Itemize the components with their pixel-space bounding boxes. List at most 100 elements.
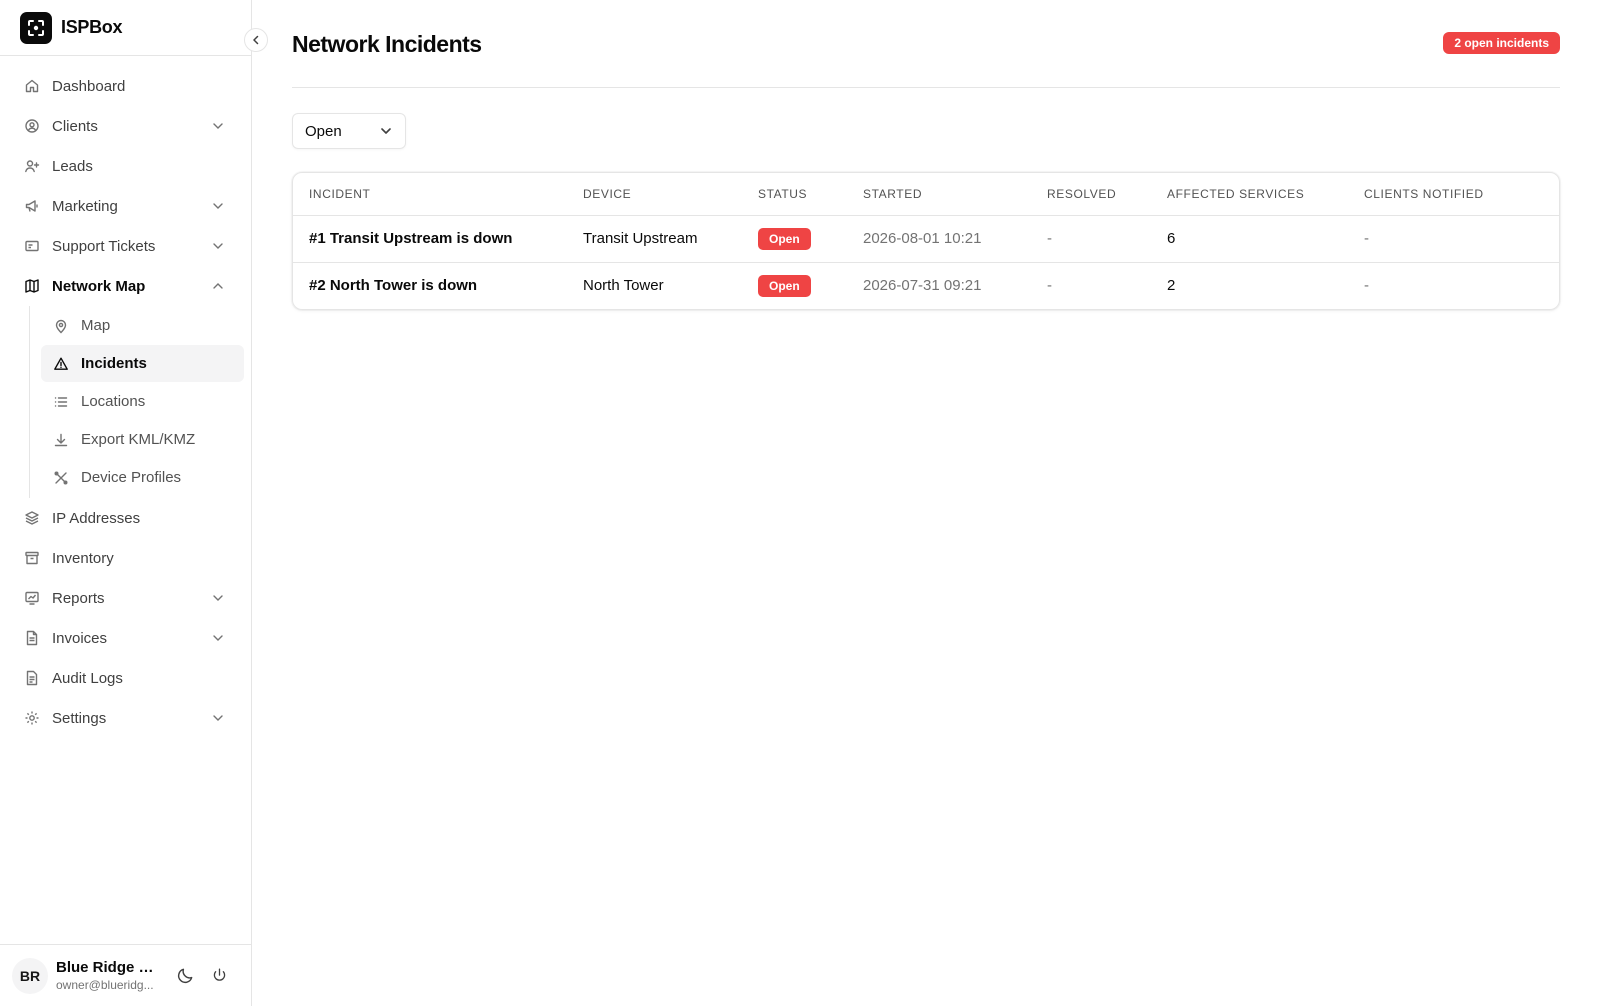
- sidebar-item-label: Dashboard: [52, 77, 126, 95]
- network-map-submenu: Map Incidents Locations Export KML/KMZ D…: [29, 306, 251, 498]
- chevron-down-icon: [211, 119, 225, 137]
- sidebar-item-leads[interactable]: Leads: [0, 146, 251, 186]
- sidebar-item-inventory[interactable]: Inventory: [0, 538, 251, 578]
- column-header-affected-services[interactable]: AFFECTED SERVICES: [1151, 173, 1348, 216]
- incident-clients-notified: -: [1364, 230, 1369, 247]
- sidebar-item-label: Audit Logs: [52, 669, 123, 687]
- download-icon: [53, 432, 69, 448]
- sidebar-item-label: Marketing: [52, 197, 118, 215]
- user-bar: BR Blue Ridge O... owner@blueridg...: [0, 944, 251, 1006]
- chart-icon: [24, 590, 40, 606]
- user-info[interactable]: Blue Ridge O... owner@blueridg...: [56, 959, 160, 992]
- file-icon: [24, 630, 40, 646]
- table-row[interactable]: #1 Transit Upstream is down Transit Upst…: [293, 215, 1559, 262]
- avatar[interactable]: BR: [12, 957, 48, 994]
- chevron-up-icon: [211, 279, 225, 297]
- sidebar-item-label: Network Map: [52, 277, 146, 295]
- sidebar-item-label: Settings: [52, 709, 107, 727]
- sidebar-item-label: Clients: [52, 117, 98, 135]
- sidebar-subitem-map[interactable]: Map: [41, 307, 244, 344]
- sidebar-item-marketing[interactable]: Marketing: [0, 186, 251, 226]
- sidebar-item-invoices[interactable]: Invoices: [0, 618, 251, 658]
- column-header-started[interactable]: STARTED: [847, 173, 1031, 216]
- column-header-status[interactable]: STATUS: [742, 173, 847, 216]
- brand-name: ISPBox: [61, 17, 123, 37]
- tools-icon: [53, 470, 69, 486]
- incident-resolved: -: [1031, 261, 1151, 309]
- incident-affected-services: 2: [1151, 261, 1348, 309]
- chevron-down-icon: [211, 591, 225, 609]
- sidebar-subitem-incidents[interactable]: Incidents: [41, 345, 244, 382]
- sidebar: ISPBox Dashboard Clients Leads Marketing…: [0, 0, 268, 1006]
- page-title: Network Incidents: [292, 31, 482, 57]
- chevron-down-icon: [211, 711, 225, 729]
- sidebar-item-audit-logs[interactable]: Audit Logs: [0, 658, 251, 698]
- column-header-resolved[interactable]: RESOLVED: [1031, 173, 1151, 216]
- layers-icon: [24, 510, 40, 526]
- table-row[interactable]: #2 North Tower is down North Tower Open …: [293, 261, 1559, 309]
- user-email: owner@blueridg...: [56, 978, 154, 992]
- brand-logo-icon: [20, 11, 52, 44]
- collapse-sidebar-button[interactable]: [244, 28, 268, 52]
- sidebar-subitem-locations[interactable]: Locations: [41, 383, 244, 420]
- map-icon: [24, 278, 40, 294]
- sidebar-subitem-label: Device Profiles: [81, 469, 182, 486]
- sidebar-item-network-map[interactable]: Network Map: [0, 266, 251, 306]
- sidebar-subitem-label: Map: [81, 317, 111, 334]
- page-header: Network Incidents 2 open incidents: [292, 0, 1560, 88]
- power-icon: [213, 968, 225, 981]
- column-header-device[interactable]: DEVICE: [567, 173, 742, 216]
- incident-affected-services: 6: [1167, 230, 1176, 247]
- megaphone-icon: [24, 198, 40, 214]
- sidebar-item-clients[interactable]: Clients: [0, 106, 251, 146]
- filter-row: Open: [292, 88, 1560, 172]
- sidebar-subitem-device-profiles[interactable]: Device Profiles: [41, 459, 244, 496]
- chevron-left-icon: [253, 35, 259, 45]
- sidebar-item-label: Invoices: [52, 629, 108, 647]
- chevron-down-icon: [381, 128, 391, 134]
- map-pin-icon: [53, 318, 69, 334]
- incident-title[interactable]: #1 Transit Upstream is down: [293, 215, 567, 262]
- sidebar-subitem-label: Locations: [81, 393, 146, 410]
- incident-status-cell: Open: [742, 261, 847, 309]
- user-circle-icon: [24, 118, 40, 134]
- incident-started: 2026-07-31 09:21: [847, 261, 1031, 309]
- status-badge: Open: [758, 274, 811, 297]
- sidebar-subitem-label: Export KML/KMZ: [81, 431, 196, 448]
- incident-device: Transit Upstream: [583, 230, 698, 247]
- brand[interactable]: ISPBox: [0, 0, 251, 56]
- open-incidents-badge: 2 open incidents: [1443, 32, 1560, 54]
- sidebar-subitem-label: Incidents: [81, 355, 147, 372]
- incident-started: 2026-08-01 10:21: [863, 230, 982, 247]
- sidebar-item-dashboard[interactable]: Dashboard: [0, 66, 251, 106]
- sidebar-item-support-tickets[interactable]: Support Tickets: [0, 226, 251, 266]
- sidebar-item-label: Support Tickets: [52, 237, 156, 255]
- sidebar-item-reports[interactable]: Reports: [0, 578, 251, 618]
- main-content: Network Incidents 2 open incidents Open …: [252, 0, 1600, 1006]
- alert-triangle-icon: [53, 356, 69, 372]
- file-text-icon: [24, 670, 40, 686]
- status-badge: Open: [758, 227, 811, 250]
- chevron-down-icon: [211, 631, 225, 649]
- sidebar-item-label: IP Addresses: [52, 509, 141, 527]
- column-header-clients-notified[interactable]: CLIENTS NOTIFIED: [1348, 173, 1559, 216]
- incident-device: North Tower: [567, 261, 742, 309]
- chevron-down-icon: [211, 239, 225, 257]
- theme-toggle-button[interactable]: [170, 961, 200, 991]
- sidebar-subitem-export-kml[interactable]: Export KML/KMZ: [41, 421, 244, 458]
- table-header-row: INCIDENT DEVICE STATUS STARTED RESOLVED …: [293, 173, 1559, 216]
- gear-icon: [24, 710, 40, 726]
- user-name: Blue Ridge O...: [56, 959, 160, 976]
- archive-icon: [24, 550, 40, 566]
- sidebar-nav: Dashboard Clients Leads Marketing Suppor…: [0, 56, 251, 944]
- sidebar-item-label: Leads: [52, 157, 93, 175]
- sidebar-item-ip-addresses[interactable]: IP Addresses: [0, 498, 251, 538]
- user-plus-icon: [24, 158, 40, 174]
- logout-button[interactable]: [204, 961, 234, 991]
- sidebar-item-label: Reports: [52, 589, 105, 607]
- status-filter-select[interactable]: Open: [292, 113, 406, 149]
- incident-clients-notified: -: [1348, 261, 1559, 309]
- incident-title[interactable]: #2 North Tower is down: [293, 261, 567, 309]
- sidebar-item-settings[interactable]: Settings: [0, 698, 251, 738]
- column-header-incident[interactable]: INCIDENT: [293, 173, 567, 216]
